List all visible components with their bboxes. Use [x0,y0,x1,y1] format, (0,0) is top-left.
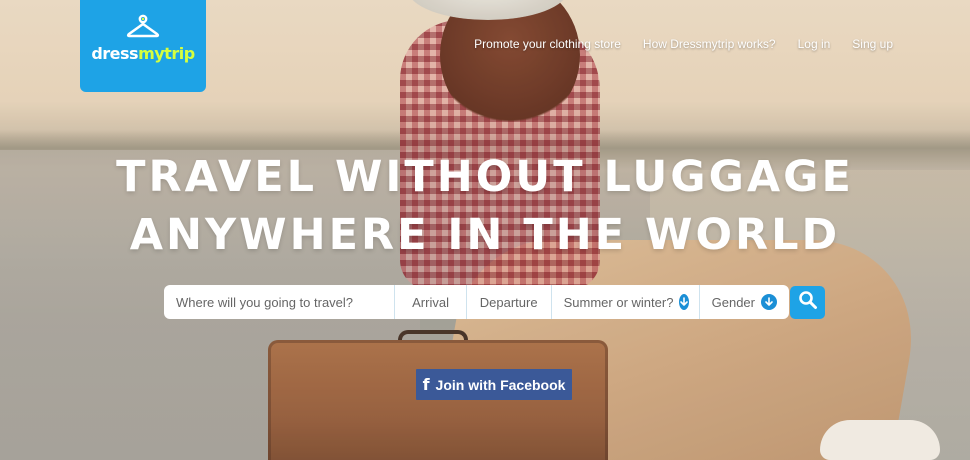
nav-log-in[interactable]: Log in [798,37,831,51]
top-navigation: Promote your clothing store How Dressmyt… [474,37,893,51]
nav-how-it-works[interactable]: How Dressmytrip works? [643,37,776,51]
logo-wordmark: dressmytrip [91,44,195,63]
hero-headline: TRAVEL WITHOUT LUGGAGE ANYWHERE IN THE W… [0,148,970,264]
chevron-down-circle-icon [761,294,777,310]
nav-promote-store[interactable]: Promote your clothing store [474,37,621,51]
logo-wordmark-part1: dress [91,44,139,63]
nav-sign-up[interactable]: Sing up [852,37,893,51]
logo-wordmark-part2: mytrip [138,44,195,63]
destination-input[interactable]: Where will you going to travel? [164,285,396,319]
chevron-down-circle-icon [679,294,690,310]
facebook-button-label: Join with Facebook [435,376,566,393]
arrival-date-field[interactable]: Arrival [395,285,467,319]
hanger-icon [125,14,161,38]
search-icon [798,290,818,315]
headline-line-2: ANYWHERE IN THE WORLD [129,210,841,260]
season-select-label: Summer or winter? [563,294,674,310]
departure-date-field[interactable]: Departure [467,285,552,319]
search-button[interactable] [790,286,825,319]
season-select[interactable]: Summer or winter? [552,285,700,319]
search-bar: Where will you going to travel? Arrival … [164,285,789,319]
logo[interactable]: dressmytrip [80,0,206,92]
join-with-facebook-button[interactable]: f Join with Facebook [416,369,572,400]
gender-select[interactable]: Gender [700,285,789,319]
gender-select-label: Gender [711,294,755,310]
headline-line-1: TRAVEL WITHOUT LUGGAGE [116,152,854,202]
facebook-icon: f [422,375,430,394]
